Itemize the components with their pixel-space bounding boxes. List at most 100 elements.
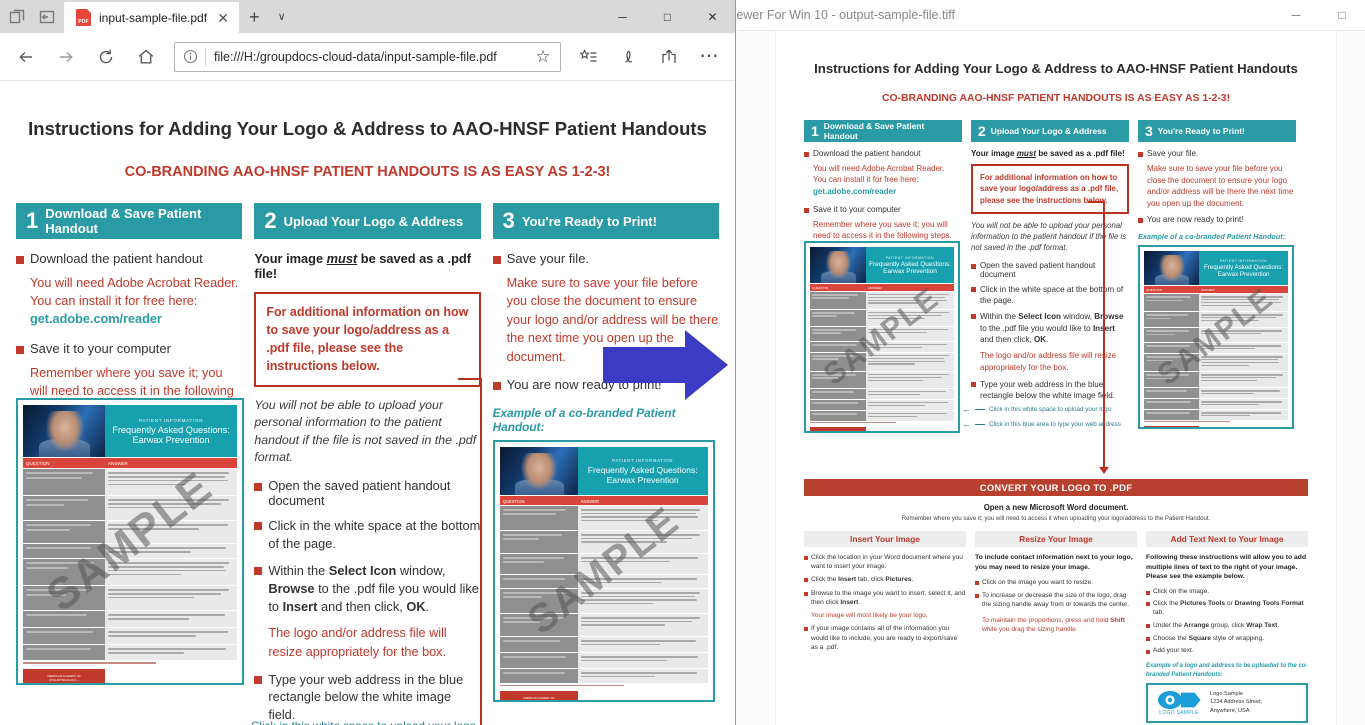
set-aside-tabs-icon[interactable] xyxy=(38,8,56,26)
share-icon[interactable] xyxy=(649,37,689,77)
arrow-left-icon: ← xyxy=(214,720,227,725)
bullet-item: Under the Arrange group, click Wrap Text… xyxy=(1146,621,1308,630)
handout-col-answer: ANSWER xyxy=(108,461,128,466)
adobe-reader-link[interactable]: get.adobe.com/reader xyxy=(813,186,962,197)
handout-row xyxy=(810,310,954,326)
adobe-reader-link[interactable]: get.adobe.com/reader xyxy=(30,310,242,328)
handout-row xyxy=(23,469,237,495)
handout-footer: AMERICAN ACADEMY OF HEAD AND NECK SURGER… xyxy=(1144,426,1288,428)
tab-close-icon[interactable]: ✕ xyxy=(215,11,231,25)
back-button[interactable] xyxy=(6,37,46,77)
bullet-text: Open the saved patient handout document xyxy=(980,260,1096,279)
chevron-down-icon[interactable]: ∨ xyxy=(270,2,294,33)
handout-title-block: PATIENT INFORMATION Frequently Asked Que… xyxy=(105,405,237,457)
note-line: You will need Adobe Acrobat Reader. xyxy=(30,276,239,290)
convert-resize-lead: To include contact information next to y… xyxy=(975,554,1133,571)
handout-answer-cell xyxy=(577,575,708,589)
logo-example-label: Example of a logo and address to be uplo… xyxy=(1146,663,1308,678)
bullet-square xyxy=(975,581,979,586)
address-line: Logo Sample xyxy=(1210,690,1243,697)
handout-title-2: Earwax Prevention xyxy=(132,434,210,445)
step-number-3: 3 xyxy=(1145,123,1153,139)
more-options-button[interactable]: ⋯ xyxy=(689,37,729,77)
handout-answer-cell xyxy=(105,544,237,558)
new-tab-button[interactable]: + xyxy=(239,2,270,33)
document-subtitle: CO-BRANDING AAO-HNSF PATIENT HANDOUTS IS… xyxy=(124,164,611,180)
handout-preview-cobranded: PATIENT INFORMATION Frequently Asked Que… xyxy=(1138,245,1294,430)
handout-qa-header: QUESTION ANSWER xyxy=(23,458,237,468)
handout-question-cell xyxy=(23,611,105,627)
t: Choose the xyxy=(1153,635,1189,643)
t: group, click xyxy=(1209,621,1247,629)
close-button[interactable]: ✕ xyxy=(690,0,735,33)
t: or xyxy=(1225,599,1235,607)
bullet-text: Open the saved patient handout document xyxy=(268,477,451,508)
reading-list-icon[interactable] xyxy=(569,37,609,77)
pdf-file-icon: PDF xyxy=(76,9,91,26)
handout-answer-cell xyxy=(577,531,708,554)
viewer-minimize-button[interactable]: ─ xyxy=(1273,0,1319,31)
handout-row xyxy=(1144,294,1288,312)
handout-row xyxy=(1144,388,1288,399)
handout-question-cell xyxy=(23,521,105,543)
handout-question-cell xyxy=(23,586,105,610)
callout-connector xyxy=(1103,201,1105,469)
handout-answer-cell xyxy=(577,653,708,669)
forward-button[interactable] xyxy=(46,37,86,77)
handout-col-question: QUESTION xyxy=(1146,288,1163,293)
home-button[interactable] xyxy=(126,37,166,77)
bullet-text: Type your web address in the blue rectan… xyxy=(980,379,1115,401)
viewer-canvas: Instructions for Adding Your Logo & Addr… xyxy=(737,31,1365,725)
handout-logo-dropzone[interactable] xyxy=(866,427,954,431)
bullet-text: Click the Pictures Tools or Drawing Tool… xyxy=(1153,599,1308,617)
address-input[interactable]: file:///H:/groupdocs-cloud-data/input-sa… xyxy=(206,50,532,64)
handout-question-cell xyxy=(1144,343,1199,354)
col2-red-note: The logo and/or address file will resize… xyxy=(268,626,447,659)
site-info-icon[interactable] xyxy=(175,49,205,64)
maximize-button[interactable]: □ xyxy=(645,0,690,33)
tab-preview-icon[interactable] xyxy=(8,8,26,26)
viewer-window-controls: ─ □ xyxy=(1273,0,1365,31)
handout-answer-cell xyxy=(866,389,954,399)
bullet-text: Save it to your computer xyxy=(30,341,171,357)
handout-title-2: Earwax Prevention xyxy=(883,267,937,275)
col2-red-note: The logo and/or address file will resize… xyxy=(980,351,1117,372)
handout-hero: PATIENT INFORMATION Frequently Asked Que… xyxy=(810,247,954,283)
lead-part: be saved as a .pdf file! xyxy=(1036,149,1125,158)
handout-question-cell xyxy=(1144,399,1199,410)
bullet-square xyxy=(1146,590,1150,595)
bullet-square xyxy=(971,381,976,387)
handout-logo-dropzone[interactable] xyxy=(577,691,708,701)
pdf-document-left: Instructions for Adding Your Logo & Addr… xyxy=(0,82,735,725)
handout-org-logo: AMERICAN ACADEMY OF HEAD AND NECK SURGER… xyxy=(1144,426,1199,428)
notes-pen-icon[interactable] xyxy=(609,37,649,77)
handout-row xyxy=(499,669,708,684)
address-bar[interactable]: file:///H:/groupdocs-cloud-data/input-sa… xyxy=(174,41,561,72)
handout-uploaded-logo: LOGO SAMPLE xyxy=(1199,426,1288,428)
handout-question-cell xyxy=(810,400,866,410)
bullet-square xyxy=(16,346,24,355)
handout-logo-dropzone[interactable] xyxy=(105,669,237,683)
step-header-2: 2 Upload Your Logo & Address xyxy=(971,120,1129,142)
handout-question-cell xyxy=(499,554,578,575)
handout-title-1: Frequently Asked Questions: xyxy=(587,464,698,475)
handout-row xyxy=(810,342,954,352)
example-label: Example of a co-branded Patient Handout: xyxy=(492,406,676,435)
browser-tab[interactable]: PDF input-sample-file.pdf ✕ xyxy=(64,2,240,33)
step-number-2: 2 xyxy=(264,208,277,233)
step-number-1: 1 xyxy=(26,208,39,233)
col2-lead: Your image must be saved as a .pdf file! xyxy=(971,149,1129,158)
handout-row xyxy=(499,653,708,669)
handout-row xyxy=(810,327,954,341)
handout-title-2: Earwax Prevention xyxy=(606,474,679,485)
viewer-maximize-button[interactable]: □ xyxy=(1319,0,1365,31)
refresh-button[interactable] xyxy=(86,37,126,77)
t: . xyxy=(858,598,861,606)
handout-answer-cell xyxy=(1199,312,1288,328)
handout-question-cell xyxy=(810,372,866,388)
handout-row xyxy=(810,411,954,421)
minimize-button[interactable]: ─ xyxy=(600,0,645,33)
handout-row xyxy=(1144,328,1288,343)
favorite-star-icon[interactable]: ☆ xyxy=(532,47,554,67)
col3-red-note: Make sure to save your file before you c… xyxy=(1147,164,1294,208)
